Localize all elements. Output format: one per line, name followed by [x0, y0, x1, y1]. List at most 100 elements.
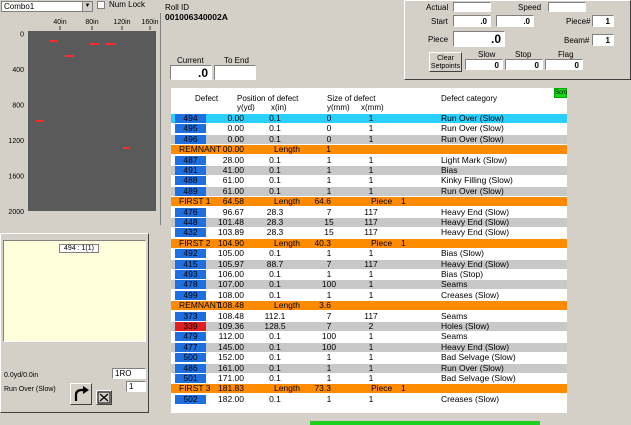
- defect-row[interactable]: 491 41.00 0.1 1 1 Bias: [171, 166, 567, 175]
- piece-num-field[interactable]: 1: [592, 15, 614, 27]
- segment-row[interactable]: REMNANT 108.48 Length 3.6: [171, 300, 567, 311]
- segment-position: 64.58: [222, 196, 244, 207]
- segment-row[interactable]: REMNANT 00.00 Length 1: [171, 145, 567, 155]
- defect-y-yd: 109.36: [218, 321, 244, 331]
- defect-row[interactable]: 489 61.00 0.1 1 1 Run Over (Slow): [171, 185, 567, 196]
- defect-row[interactable]: 496 0.00 0.1 0 1 Run Over (Slow): [171, 133, 567, 144]
- defect-mark: [123, 147, 129, 149]
- defect-row[interactable]: 415 105.97 88.7 7 117 Heavy End (Slow): [171, 258, 567, 269]
- defect-preview: 494 : 1(1): [3, 240, 146, 342]
- segment-row[interactable]: FIRST 2 104.90 Length 40.3 Piece 1: [171, 237, 567, 248]
- defect-id: 489: [183, 185, 198, 196]
- defect-row[interactable]: 494 0.00 0.1 0 1 Run Over (Slow): [171, 114, 567, 123]
- defect-id: 493: [183, 269, 198, 279]
- defect-category: Heavy End (Slow): [441, 206, 510, 217]
- x-icon: [97, 391, 111, 404]
- defect-row[interactable]: 432 103.89 28.3 15 117 Heavy End (Slow): [171, 227, 567, 238]
- code-field[interactable]: 1RO: [112, 368, 146, 379]
- map-scrollbar[interactable]: [160, 13, 167, 225]
- defect-x-in: 112.1: [264, 310, 286, 321]
- defect-row[interactable]: 487 28.00 0.1 1 1 Light Mark (Slow): [171, 154, 567, 165]
- defect-id: 476: [183, 206, 198, 217]
- defect-row[interactable]: 477 145.00 0.1 100 1 Heavy End (Slow): [171, 341, 567, 352]
- start-field[interactable]: .0: [453, 15, 491, 27]
- jump-button[interactable]: [70, 383, 92, 405]
- segment-row[interactable]: FIRST 1 64.58 Length 64.6 Piece 1: [171, 196, 567, 207]
- defect-row[interactable]: 492 105.00 0.1 1 1 Bias (Slow): [171, 249, 567, 259]
- header-y-mm: y(mm): [327, 103, 350, 112]
- defect-mark: [90, 43, 99, 45]
- defect-row[interactable]: 501 171.00 0.1 1 1 Bad Selvage (Slow): [171, 374, 567, 383]
- defect-size-y: 15: [324, 227, 334, 238]
- defect-size-x: 1: [368, 341, 374, 352]
- start-field-2[interactable]: .0: [496, 15, 534, 27]
- defect-id: 448: [183, 217, 198, 227]
- stop-field[interactable]: 0: [505, 59, 543, 70]
- segment-row[interactable]: FIRST 3 181.83 Length 73.3 Piece 1: [171, 384, 567, 394]
- actual-field[interactable]: [453, 2, 491, 12]
- piece-label: Piece: [428, 35, 449, 44]
- header-y-yd: y(yd): [237, 103, 255, 112]
- piece-field[interactable]: .0: [453, 31, 505, 47]
- defect-mark: [65, 55, 74, 57]
- defect-row[interactable]: 476 96.67 28.3 7 117 Heavy End (Slow): [171, 206, 567, 217]
- defect-x-in: 0.1: [269, 133, 281, 144]
- defect-category: Bad Selvage (Slow): [441, 373, 516, 383]
- defect-y-yd: 0.00: [227, 123, 244, 134]
- segment-position: 108.48: [218, 300, 244, 311]
- defect-row[interactable]: 502 182.00 0.1 1 1 Creases (Slow): [171, 394, 567, 404]
- current-field[interactable]: .0: [170, 65, 212, 80]
- defect-x-in: 0.1: [269, 175, 281, 186]
- to-end-field[interactable]: [214, 65, 256, 80]
- defect-id: 432: [183, 227, 198, 238]
- defect-row[interactable]: 448 101.48 28.3 15 117 Heavy End (Slow): [171, 218, 567, 227]
- defect-x-in: 0.1: [269, 154, 281, 165]
- x-tick-label: 120in: [113, 19, 130, 26]
- x-tick-labels: 40in 80in 120in 160in: [53, 19, 159, 30]
- defect-row[interactable]: 500 152.00 0.1 1 1 Bad Selvage (Slow): [171, 353, 567, 363]
- defect-category: Run Over (Slow): [441, 113, 504, 123]
- defect-size-x: 1: [368, 331, 374, 342]
- count-field[interactable]: 1: [126, 381, 146, 392]
- defect-row[interactable]: 499 108.00 0.1 1 1 Creases (Slow): [171, 289, 567, 300]
- header-x-in: x(in): [271, 103, 287, 112]
- defect-y-yd: 108.00: [218, 289, 244, 300]
- defect-row[interactable]: 493 106.00 0.1 1 1 Bias (Stop): [171, 270, 567, 279]
- defect-id: 501: [183, 373, 198, 383]
- status-strip: [150, 417, 631, 425]
- defect-size-y: 0: [326, 133, 332, 144]
- defect-size-x: 1: [368, 185, 374, 196]
- preview-label: 494 : 1(1): [59, 244, 99, 253]
- defect-category: Creases (Slow): [441, 289, 500, 300]
- header-position: Position of defect: [237, 94, 299, 103]
- defect-row[interactable]: 495 0.00 0.1 0 1 Run Over (Slow): [171, 123, 567, 134]
- scroll-button[interactable]: Scroll: [554, 88, 567, 98]
- defect-row[interactable]: 373 108.48 112.1 7 117 Seams: [171, 310, 567, 321]
- beam-field[interactable]: 1: [592, 34, 614, 46]
- defect-row[interactable]: 339 109.36 128.5 7 2 Holes (Slow): [171, 322, 567, 331]
- defect-mark: [50, 40, 57, 42]
- speed-field[interactable]: [548, 2, 586, 12]
- defect-row[interactable]: 478 107.00 0.1 100 1 Seams: [171, 280, 567, 290]
- defect-id: 415: [183, 258, 198, 269]
- close-button[interactable]: [96, 390, 112, 405]
- defect-size-x: 1: [368, 113, 374, 123]
- defect-y-yd: 106.00: [218, 269, 244, 279]
- clear-setpoints-button[interactable]: Clear Setpoints: [429, 52, 462, 72]
- flag-field[interactable]: 0: [545, 59, 583, 70]
- defect-y-yd: 61.00: [222, 185, 244, 196]
- actual-label: Actual: [426, 3, 449, 12]
- segment-position: 104.90: [218, 237, 244, 248]
- num-lock-checkbox[interactable]: [97, 1, 105, 9]
- footage-text: 0.0yd/0.0in: [4, 372, 39, 379]
- defect-id: 339: [183, 321, 198, 331]
- slow-field[interactable]: 0: [465, 59, 503, 70]
- defect-row[interactable]: 488 61.00 0.1 1 1 Kinky Filling (Slow): [171, 175, 567, 186]
- combo-select[interactable]: Combo1 ▼: [1, 1, 93, 12]
- y-tick-label: 0: [20, 32, 24, 39]
- defect-row[interactable]: 486 161.00 0.1 1 1 Run Over (Slow): [171, 363, 567, 373]
- chevron-down-icon[interactable]: ▼: [82, 2, 92, 11]
- defect-map[interactable]: 40in 80in 120in 160in 0 400 800 1200 1600 2000: [0, 13, 160, 225]
- defect-row[interactable]: 479 112.00 0.1 100 1 Seams: [171, 331, 567, 342]
- defect-table: Defect Position of defect Size of defect…: [171, 88, 567, 413]
